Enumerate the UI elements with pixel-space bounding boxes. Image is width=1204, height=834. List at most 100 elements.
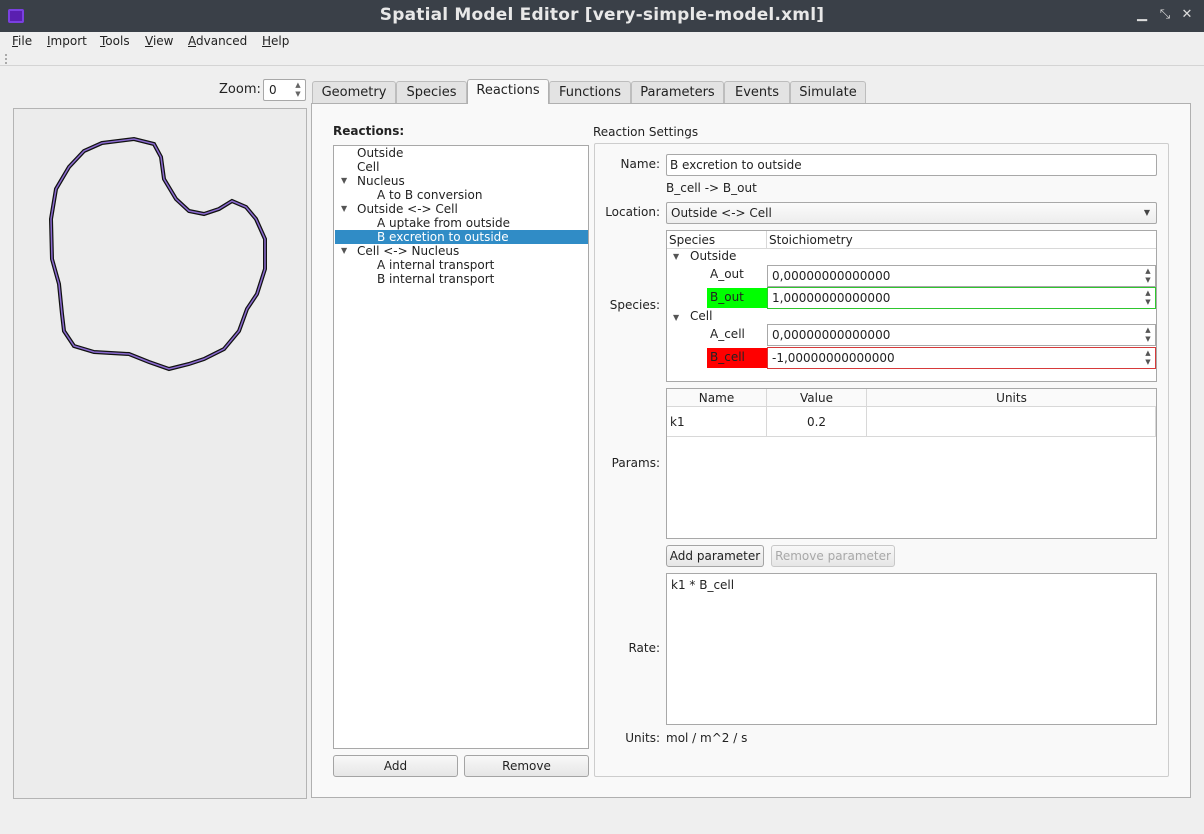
tree-item-a-to-b-conversion[interactable]: A to B conversion [335,188,588,202]
tree-item-nucleus[interactable]: ▼ Nucleus [335,174,588,188]
expand-caret-icon[interactable]: ▼ [341,174,351,188]
tree-item-a-internal-transport[interactable]: A internal transport [335,258,588,272]
tree-item-label: B excretion to outside [377,230,509,244]
spin-arrows-icon[interactable]: ▲ ▼ [1143,349,1153,367]
stoich-value: -1,00000000000000 [772,351,895,365]
zoom-value: 0 [269,83,277,97]
tree-item-label: B internal transport [377,272,495,286]
reaction-name-input[interactable]: B excretion to outside [666,154,1157,176]
stoich-value: 1,00000000000000 [772,291,891,305]
species-stoichiometry-tree[interactable]: Species Stoichiometry ▼ Outside A_out 0,… [666,230,1157,382]
stoich-b-out-input[interactable]: 1,00000000000000 ▲ ▼ [767,287,1156,309]
spin-arrows-icon[interactable]: ▲ ▼ [1143,289,1153,307]
toolbar [0,52,1204,66]
tree-item-label: A to B conversion [377,188,483,202]
species-a-cell: A_cell [710,327,745,341]
expand-caret-icon[interactable]: ▼ [341,244,351,258]
expand-caret-icon[interactable]: ▼ [341,202,351,216]
species-column-header: Species [667,231,767,249]
params-label: Params: [611,456,660,470]
rate-label: Rate: [628,641,660,655]
stoichiometry-column-header: Stoichiometry [767,231,1156,249]
tab-events[interactable]: Events [724,81,790,103]
stoich-value: 0,00000000000000 [772,269,891,283]
rate-expression-editor[interactable]: k1 * B_cell [666,573,1157,725]
remove-reaction-button[interactable]: Remove [464,755,589,777]
toolbar-grip-handle[interactable] [5,54,11,64]
tree-item-label: Cell [357,160,380,174]
expand-caret-icon[interactable]: ▼ [673,313,683,322]
compartment-outside: Outside [690,249,737,263]
title-bar: Spatial Model Editor [very-simple-model.… [0,0,1204,32]
chevron-down-icon: ▼ [1143,208,1150,217]
tree-item-outside-cell[interactable]: ▼ Outside <-> Cell [335,202,588,216]
tree-item-label: A uptake from outside [377,216,511,230]
tab-parameters[interactable]: Parameters [631,81,724,103]
location-label: Location: [605,205,660,219]
remove-parameter-button[interactable]: Remove parameter [771,545,895,567]
window-title: Spatial Model Editor [very-simple-model.… [379,5,825,25]
param-name-header[interactable]: Name [667,389,767,407]
species-label: Species: [609,298,660,312]
species-b-out: B_out [710,290,744,304]
tab-reactions[interactable]: Reactions [467,79,549,104]
species-b-cell: B_cell [710,350,745,364]
menu-help[interactable]: Help [262,34,289,48]
add-parameter-button[interactable]: Add parameter [666,545,764,567]
close-icon[interactable]: ✕ [1178,6,1196,24]
add-reaction-button[interactable]: Add [333,755,458,777]
tree-item-label: Outside <-> Cell [357,202,458,216]
tree-item-cell-nucleus[interactable]: ▼ Cell <-> Nucleus [335,244,588,258]
zoom-spinbox[interactable]: 0 ▲ ▼ [263,79,306,101]
parameters-table[interactable]: Name Value Units k1 0.2 [666,388,1157,539]
rate-units-value: mol / m^2 / s [666,731,748,745]
tree-item-label: Outside [357,146,404,160]
tree-item-cell[interactable]: Cell [335,160,588,174]
menu-import[interactable]: Import [47,34,87,48]
location-dropdown[interactable]: Outside <-> Cell ▼ [666,202,1157,224]
tree-item-label: A internal transport [377,258,495,272]
tab-simulate[interactable]: Simulate [790,81,866,103]
expand-caret-icon[interactable]: ▼ [673,252,683,261]
param-units-header[interactable]: Units [867,389,1156,407]
location-value: Outside <-> Cell [671,206,772,220]
reactions-tree[interactable]: Outside Cell ▼ Nucleus A to B conversion … [333,145,589,749]
restore-icon[interactable]: ⤡ [1156,6,1174,24]
reactions-heading: Reactions: [333,124,405,138]
menu-view[interactable]: View [145,34,173,48]
name-label: Name: [620,157,660,171]
param-value-cell[interactable]: 0.2 [767,407,867,437]
units-label: Units: [625,731,660,745]
stoich-value: 0,00000000000000 [772,328,891,342]
tab-functions[interactable]: Functions [549,81,631,103]
menu-tools[interactable]: Tools [100,34,130,48]
tree-item-label: Cell <-> Nucleus [357,244,460,258]
compartment-cell: Cell [690,309,713,323]
geometry-view[interactable] [13,108,307,799]
tree-item-outside[interactable]: Outside [335,146,588,160]
stoich-a-cell-input[interactable]: 0,00000000000000 ▲ ▼ [767,324,1156,346]
menu-advanced[interactable]: Advanced [188,34,247,48]
tree-item-label: Nucleus [357,174,405,188]
tree-item-b-internal-transport[interactable]: B internal transport [335,272,588,286]
tree-item-b-excretion[interactable]: B excretion to outside [335,230,588,244]
spin-arrows-icon[interactable]: ▲ ▼ [1143,326,1153,344]
cell-outline-shape [48,136,267,372]
tab-geometry[interactable]: Geometry [312,81,396,103]
reaction-equation: B_cell -> B_out [666,181,757,195]
param-value-header[interactable]: Value [767,389,867,407]
minimize-icon[interactable]: ▁ [1133,6,1151,24]
stoich-b-cell-input[interactable]: -1,00000000000000 ▲ ▼ [767,347,1156,369]
zoom-label: Zoom: [219,82,261,97]
species-a-out: A_out [710,267,744,281]
menu-file[interactable]: File [12,34,32,48]
tree-item-a-uptake[interactable]: A uptake from outside [335,216,588,230]
spin-arrows-icon[interactable]: ▲ ▼ [293,81,303,99]
stoich-a-out-input[interactable]: 0,00000000000000 ▲ ▼ [767,265,1156,287]
reaction-settings-title: Reaction Settings [593,125,699,139]
spin-arrows-icon[interactable]: ▲ ▼ [1143,267,1153,285]
param-name-cell[interactable]: k1 [667,407,767,437]
menu-bar: File Import Tools View Advanced Help [0,32,1204,52]
tab-species[interactable]: Species [396,81,467,103]
param-units-cell[interactable] [867,407,1156,437]
